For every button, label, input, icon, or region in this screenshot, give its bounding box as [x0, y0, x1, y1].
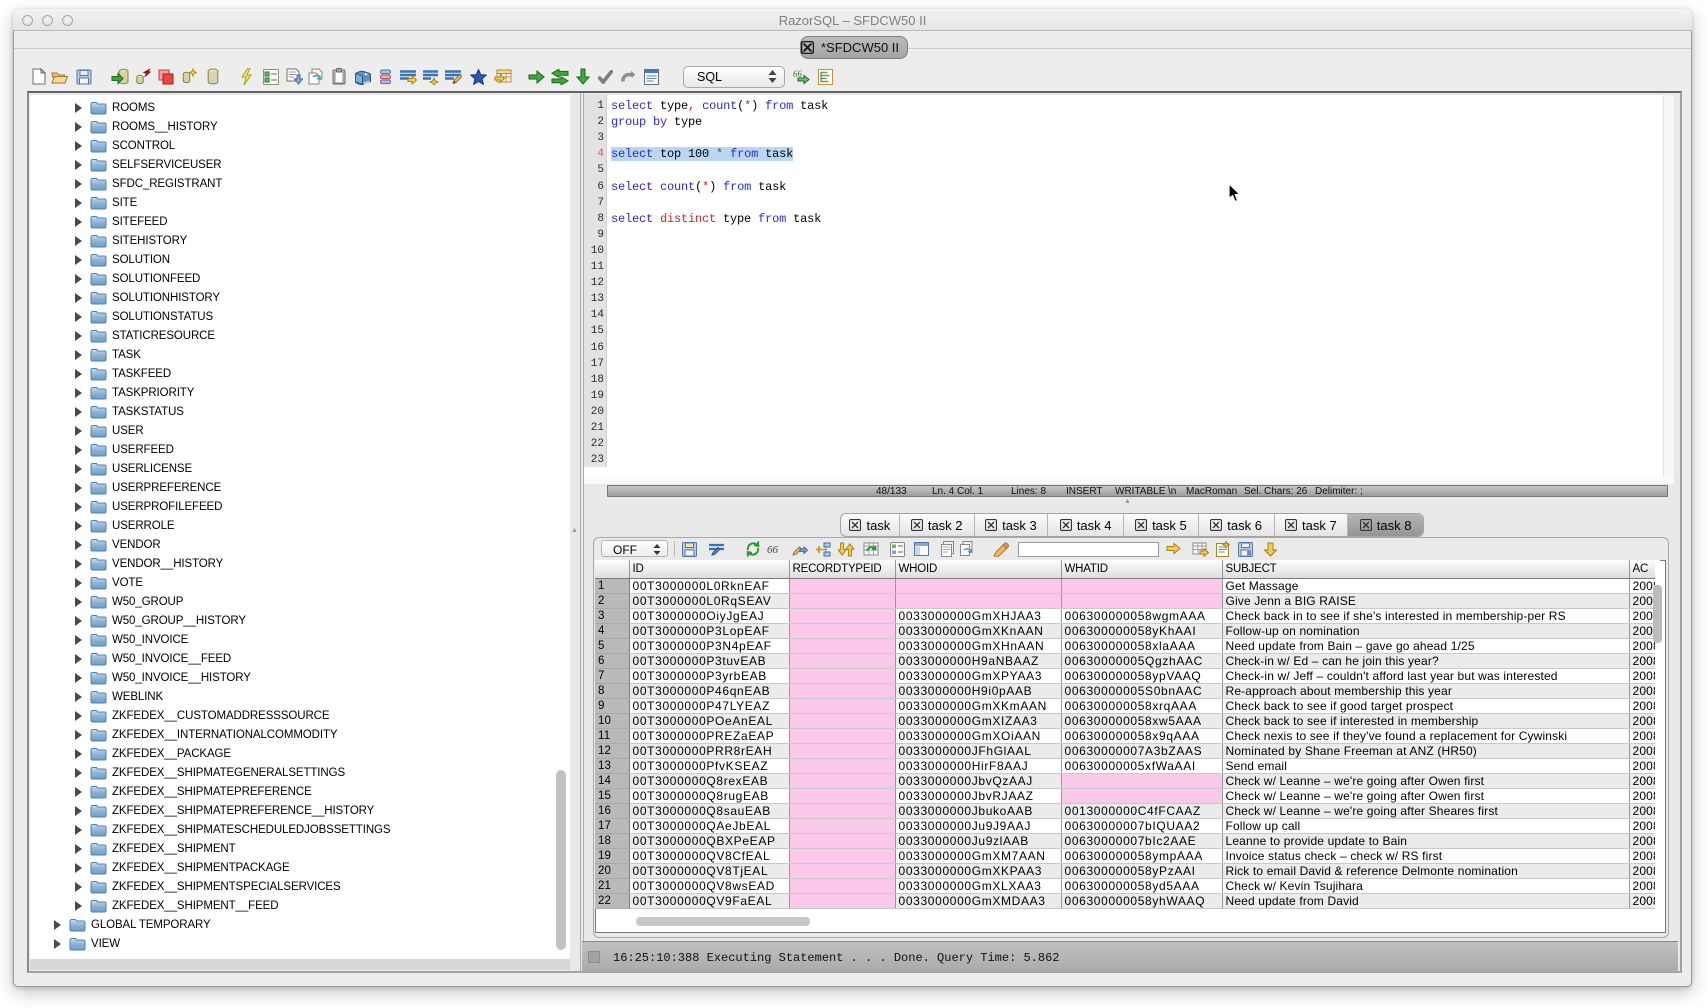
svg-text:66: 66	[767, 544, 779, 555]
